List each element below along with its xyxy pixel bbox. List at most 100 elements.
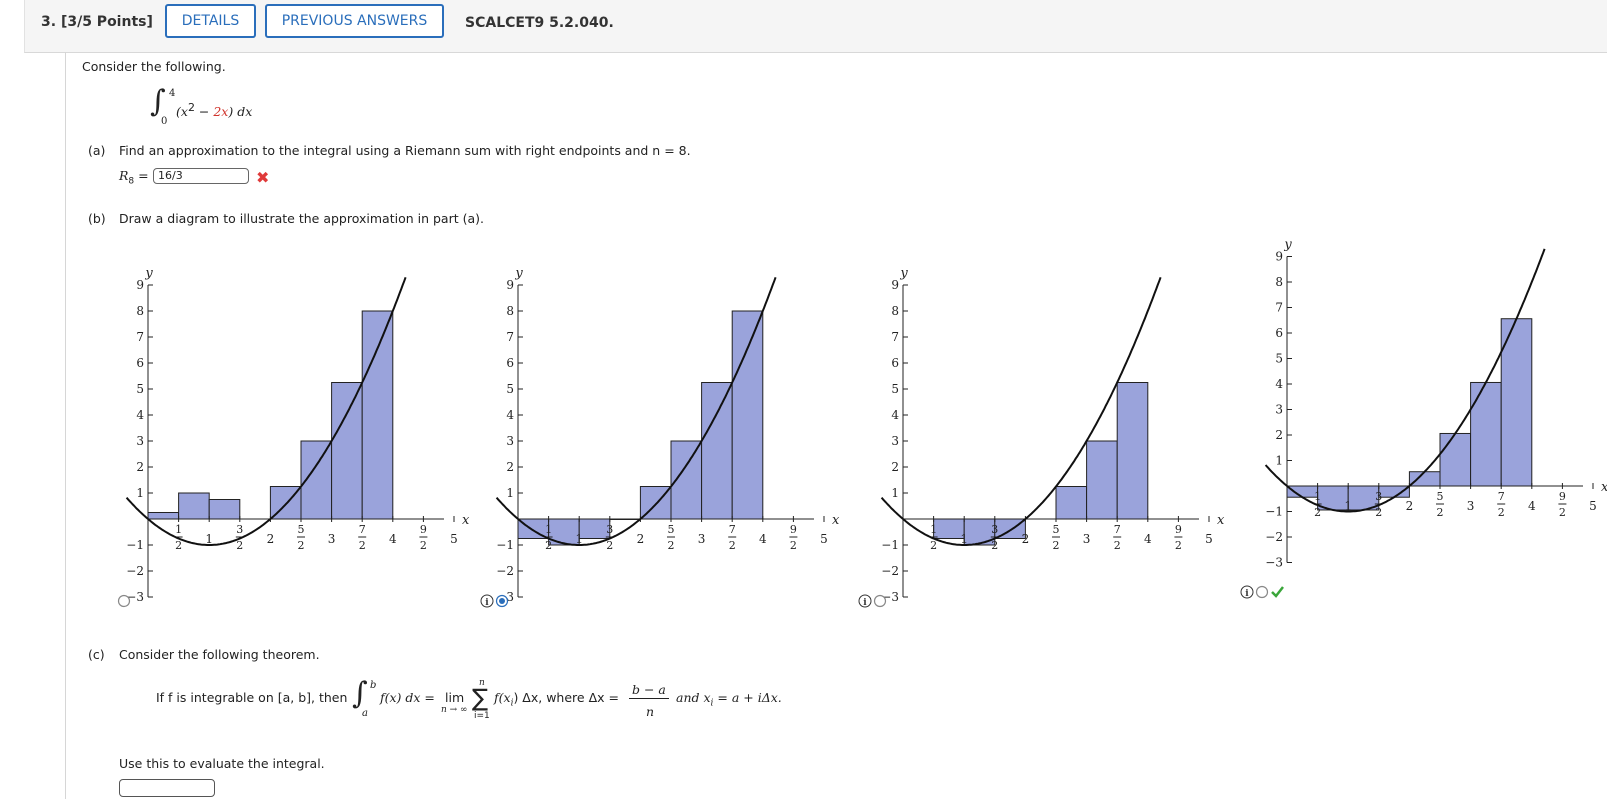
x-tick-denominator: 2 (420, 539, 427, 552)
intro-text: Consider the following. (82, 59, 226, 74)
x-tick-label: 5 (450, 532, 458, 546)
y-tick-label: 6 (506, 356, 514, 370)
x-tick-numerator: 7 (1114, 523, 1121, 536)
x-tick-numerator: 1 (175, 523, 182, 536)
question-header: 3. [3/5 Points] DETAILS PREVIOUS ANSWERS… (24, 0, 1607, 53)
y-tick-label: 1 (136, 486, 144, 500)
x-axis-label: x (1217, 513, 1225, 528)
x-tick-label: 5 (1589, 499, 1597, 513)
x-tick-denominator: 2 (668, 539, 675, 552)
x-tick-denominator: 2 (1314, 506, 1321, 519)
x-tick-numerator: 7 (1498, 490, 1505, 503)
x-tick-label: 3 (328, 532, 336, 546)
x-tick-label: 5 (820, 532, 828, 546)
riemann-graph-option-2: 987654321−1−2−3yx121322523724925i (480, 266, 840, 608)
info-icon-glyph: i (485, 598, 489, 608)
x-tick-denominator: 2 (1175, 539, 1182, 552)
riemann-rect (361, 310, 394, 520)
correct-check-icon (1271, 586, 1284, 598)
riemann-graph-option-3: 987654321−1−2−3yx12 132 252 372 492 5i (858, 266, 1225, 608)
integral-answer-input[interactable] (119, 779, 215, 797)
riemann-rect (1116, 382, 1149, 520)
x-tick-label: 2 (267, 532, 275, 546)
y-tick-label: 7 (1275, 301, 1283, 315)
previous-answers-button[interactable]: PREVIOUS ANSWERS (265, 4, 444, 38)
x-tick-denominator: 2 (175, 539, 182, 552)
y-tick-label: −3 (1265, 556, 1283, 570)
r8-label: R8 = (119, 168, 149, 187)
radio-selected-dot (499, 598, 505, 604)
y-tick-label: 1 (1275, 454, 1283, 468)
points-label: [3/5 Points] (60, 14, 153, 30)
option-radio-4[interactable] (1255, 585, 1269, 599)
x-tick-numerator: 5 (1437, 490, 1444, 503)
x-tick-label: 3 (698, 532, 706, 546)
incorrect-icon: ✖ (256, 168, 270, 187)
y-tick-label: 4 (1275, 377, 1283, 391)
riemann-rect (578, 518, 611, 539)
y-tick-label: 1 (506, 486, 514, 500)
integral-sign: ∫ (150, 84, 166, 119)
x-tick-label: 1 (205, 532, 213, 546)
r8-answer-input[interactable]: 16/3 (153, 168, 249, 184)
y-tick-label: −2 (881, 564, 899, 578)
x-tick-label: 2 (1406, 499, 1414, 513)
part-b-label: (b) (88, 211, 106, 226)
riemann-rect (1439, 432, 1472, 487)
option-radio-1[interactable] (117, 594, 131, 608)
details-button[interactable]: DETAILS (165, 4, 256, 38)
y-tick-label: 3 (1275, 403, 1283, 417)
riemann-rect (1055, 486, 1088, 520)
y-axis-label: y (144, 266, 153, 281)
x-tick-denominator: 2 (1053, 539, 1060, 552)
x-tick-denominator: 2 (729, 539, 736, 552)
theorem-lim: lim (445, 690, 465, 705)
riemann-rect (208, 499, 241, 520)
x-tick-label: 2 (1022, 532, 1030, 546)
x-tick-numerator: 3 (606, 523, 613, 536)
y-axis-label: y (1283, 238, 1292, 253)
x-tick-numerator: 5 (668, 523, 675, 536)
y-tick-label: 7 (506, 330, 514, 344)
x-tick-denominator: 2 (1437, 506, 1444, 519)
x-tick-label: 1 (575, 532, 583, 546)
option-radio-3[interactable] (873, 594, 887, 608)
theorem: If f is integrable on [a, b], then ∫ b a… (156, 676, 782, 721)
y-tick-label: 8 (1275, 275, 1283, 289)
x-tick-denominator: 2 (1559, 506, 1566, 519)
x-tick-numerator: 9 (1175, 523, 1182, 536)
y-tick-label: −1 (881, 538, 899, 552)
y-tick-label: 7 (891, 330, 899, 344)
x-tick-label: 3 (1083, 532, 1091, 546)
x-tick-numerator: 9 (1559, 490, 1566, 503)
frac-bar (629, 698, 669, 699)
x-tick-numerator: 9 (790, 523, 797, 536)
y-tick-label: 5 (136, 382, 144, 396)
y-tick-label: 9 (506, 278, 514, 292)
theorem-fx: f(x) dx = (380, 690, 435, 705)
riemann-rect (147, 512, 180, 520)
y-tick-label: −1 (1265, 505, 1283, 519)
y-tick-label: −2 (1265, 530, 1283, 544)
y-axis-label: y (514, 266, 523, 281)
x-tick-denominator: 2 (930, 539, 937, 552)
y-tick-label: 3 (506, 434, 514, 448)
riemann-rect (1086, 440, 1118, 520)
y-tick-label: 4 (506, 408, 514, 422)
y-tick-label: −2 (496, 564, 514, 578)
info-icon-glyph: i (863, 598, 867, 608)
x-tick-numerator: 7 (359, 523, 366, 536)
x-tick-numerator: 1 (1314, 490, 1321, 503)
x-tick-denominator: 2 (298, 539, 305, 552)
y-tick-label: 9 (891, 278, 899, 292)
x-axis-label: x (832, 513, 840, 528)
y-tick-label: 8 (136, 304, 144, 318)
riemann-rect (1286, 485, 1319, 498)
y-tick-label: −2 (126, 564, 144, 578)
x-tick-label: 4 (1528, 499, 1536, 513)
x-tick-numerator: 7 (729, 523, 736, 536)
x-tick-denominator: 2 (1498, 506, 1505, 519)
x-tick-denominator: 2 (545, 539, 552, 552)
y-tick-label: 2 (506, 460, 514, 474)
x-tick-numerator: 9 (420, 523, 427, 536)
